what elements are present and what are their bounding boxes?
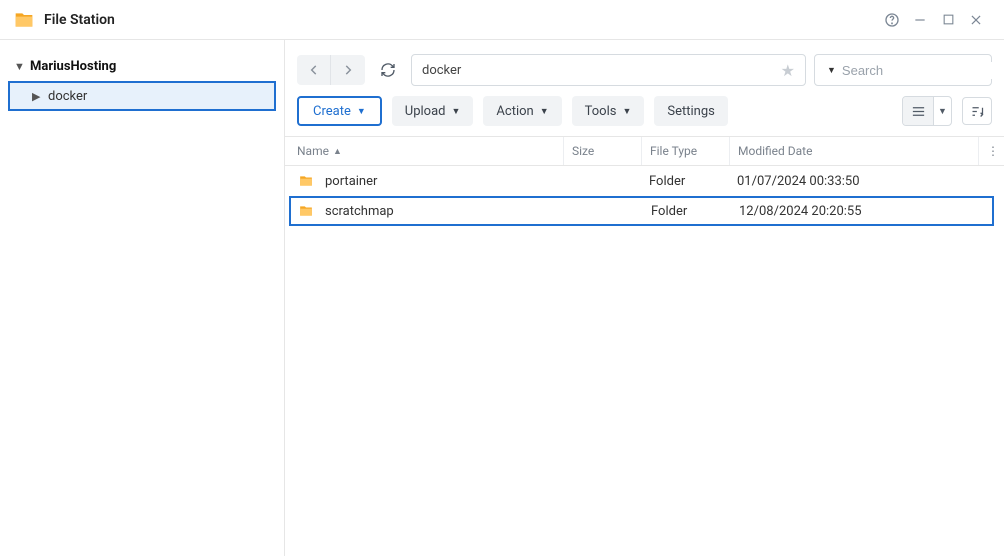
column-name[interactable]: Name ▲ [285, 144, 563, 158]
caret-down-icon: ▼ [452, 106, 461, 117]
titlebar: File Station [0, 0, 1004, 40]
sort-asc-icon: ▲ [333, 146, 342, 157]
list-view-button[interactable] [903, 97, 933, 125]
file-list: portainerFolder01/07/2024 00:33:50scratc… [285, 166, 1004, 226]
caret-down-icon: ▼ [622, 106, 631, 117]
tree-root[interactable]: ▼ MariusHosting [0, 52, 284, 80]
path-text: docker [422, 63, 461, 78]
file-name: scratchmap [325, 204, 394, 219]
chevron-right-icon: ▶ [32, 90, 48, 103]
settings-button[interactable]: Settings [654, 96, 727, 126]
chevron-down-icon: ▼ [14, 60, 30, 73]
action-button[interactable]: Action▼ [483, 96, 561, 126]
tree-item-label: docker [48, 89, 87, 104]
search-dropdown-icon[interactable]: ▼ [827, 65, 836, 76]
favorite-star-icon[interactable]: ★ [781, 61, 795, 80]
close-button[interactable] [962, 6, 990, 34]
minimize-button[interactable] [906, 6, 934, 34]
maximize-button[interactable] [934, 6, 962, 34]
window-title: File Station [44, 12, 115, 28]
upload-button[interactable]: Upload▼ [392, 96, 474, 126]
tools-button[interactable]: Tools▼ [572, 96, 645, 126]
tree-root-label: MariusHosting [30, 59, 116, 74]
view-mode-group: ▼ [902, 96, 952, 126]
tree-item-docker[interactable]: ▶ docker [8, 81, 276, 111]
nav-group [297, 55, 365, 85]
forward-button[interactable] [331, 55, 365, 85]
file-type: Folder [641, 174, 729, 189]
search-box[interactable]: ▼ [814, 54, 992, 86]
sort-button[interactable] [962, 97, 992, 125]
column-type[interactable]: File Type [641, 137, 729, 165]
table-row[interactable]: portainer Folder01/07/2024 00:33:50 [285, 166, 1004, 196]
help-button[interactable] [878, 6, 906, 34]
nav-toolbar: docker ★ ▼ [285, 40, 1004, 92]
view-dropdown-button[interactable]: ▼ [933, 97, 951, 125]
column-date[interactable]: Modified Date [729, 137, 978, 165]
search-input[interactable] [840, 62, 1004, 79]
create-button[interactable]: Create▼ [297, 96, 382, 126]
caret-down-icon: ▼ [357, 106, 366, 117]
back-button[interactable] [297, 55, 331, 85]
file-date: 12/08/2024 20:20:55 [731, 204, 966, 219]
file-date: 01/07/2024 00:33:50 [729, 174, 978, 189]
table-row[interactable]: scratchmap Folder12/08/2024 20:20:55 [289, 196, 994, 226]
column-size[interactable]: Size [563, 137, 641, 165]
sidebar: ▼ MariusHosting ▶ docker [0, 40, 285, 556]
caret-down-icon: ▼ [540, 106, 549, 117]
column-menu-button[interactable]: ⋮ [978, 137, 1004, 165]
file-type: Folder [643, 204, 731, 219]
action-toolbar: Create▼ Upload▼ Action▼ Tools▼ Settings … [285, 92, 1004, 136]
app-folder-icon [14, 10, 34, 30]
main-panel: docker ★ ▼ Create▼ Upload▼ Action▼ Tools… [285, 40, 1004, 556]
file-name: portainer [325, 174, 377, 189]
refresh-button[interactable] [373, 55, 403, 85]
table-header: Name ▲ Size File Type Modified Date ⋮ [285, 136, 1004, 166]
path-input[interactable]: docker ★ [411, 54, 806, 86]
